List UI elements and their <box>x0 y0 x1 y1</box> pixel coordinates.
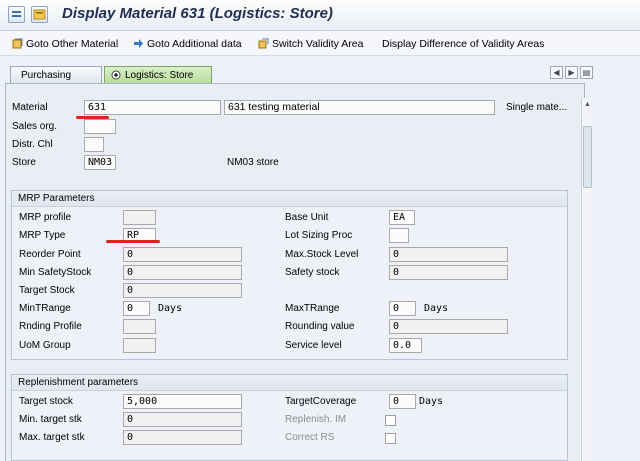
base-unit-field[interactable]: EA <box>389 210 415 225</box>
switch-validity-area-label: Switch Validity Area <box>272 37 364 50</box>
safety-stock-label: Safety stock <box>285 267 340 278</box>
lot-sizing-label: Lot Sizing Proc <box>285 230 353 241</box>
rounding-value-field[interactable]: 0 <box>389 319 508 334</box>
mrp-profile-field[interactable] <box>123 210 156 225</box>
scroll-thumb[interactable] <box>583 126 592 188</box>
replenish-im-checkbox[interactable] <box>385 415 396 426</box>
sap-menu-icon[interactable] <box>8 6 25 23</box>
safety-stock-field[interactable]: 0 <box>389 265 508 280</box>
min-target-stock-field[interactable]: 0 <box>123 412 242 427</box>
title-bar: Display Material 631 (Logistics: Store) <box>0 0 640 31</box>
material-type-text: Single mate... <box>506 102 568 113</box>
tab-list-icon[interactable]: ▤ <box>580 66 593 79</box>
other-material-icon <box>12 38 23 49</box>
replenish-im-label: Replenish. IM <box>285 414 347 425</box>
selected-tab-icon <box>111 70 121 80</box>
annotation-underline <box>106 240 160 243</box>
max-trange-unit: Days <box>424 303 449 314</box>
rnding-profile-field[interactable] <box>123 319 156 334</box>
store-label: Store <box>12 157 36 168</box>
reorder-point-field[interactable]: 0 <box>123 247 242 262</box>
replenish-target-stock-field[interactable]: 5,000 <box>123 394 242 409</box>
material-field[interactable]: 631 <box>84 100 221 115</box>
tab-logistics-label: Logistics: Store <box>125 69 194 81</box>
rounding-value-label: Rounding value <box>285 321 355 332</box>
min-safety-stock-label: Min SafetyStock <box>19 267 92 278</box>
service-level-field[interactable]: 0.0 <box>389 338 422 353</box>
min-trange-unit: Days <box>158 303 183 314</box>
goto-additional-data-label: Goto Additional data <box>147 37 242 50</box>
goto-other-material-label: Goto Other Material <box>26 37 119 50</box>
distr-chl-field[interactable] <box>84 137 104 152</box>
mrp-parameters-title: MRP Parameters <box>12 191 567 207</box>
max-trange-field[interactable]: 0 <box>389 301 416 316</box>
display-difference-button[interactable]: Display Difference of Validity Areas <box>382 36 544 51</box>
material-label: Material <box>12 102 48 113</box>
mrp-profile-label: MRP profile <box>19 212 72 223</box>
replenish-target-stock-label: Target stock <box>19 396 73 407</box>
max-stock-level-field[interactable]: 0 <box>389 247 508 262</box>
max-target-stock-field[interactable]: 0 <box>123 430 242 445</box>
min-target-stock-label: Min. target stk <box>19 414 82 425</box>
favorites-icon[interactable] <box>31 6 48 23</box>
tab-logistics-store[interactable]: Logistics: Store <box>104 66 212 83</box>
max-target-stock-label: Max. target stk <box>19 432 85 443</box>
correct-rs-checkbox[interactable] <box>385 433 396 444</box>
service-level-label: Service level <box>285 340 342 351</box>
goto-other-material-button[interactable]: Goto Other Material <box>12 36 118 51</box>
target-coverage-unit: Days <box>419 396 444 407</box>
max-stock-level-label: Max.Stock Level <box>285 249 359 260</box>
tab-scroll-left-icon[interactable]: ◀ <box>550 66 563 79</box>
min-trange-field[interactable]: 0 <box>123 301 150 316</box>
target-coverage-label: TargetCoverage <box>285 396 357 407</box>
goto-additional-data-button[interactable]: Goto Additional data <box>133 36 242 51</box>
vertical-scrollbar[interactable]: ▲ <box>581 98 592 461</box>
sales-org-field[interactable] <box>84 119 116 134</box>
sales-org-label: Sales org. <box>12 121 58 132</box>
tab-scroll-right-icon[interactable]: ▶ <box>565 66 578 79</box>
min-safety-stock-field[interactable]: 0 <box>123 265 242 280</box>
arrow-right-icon <box>133 38 144 49</box>
target-stock-field[interactable]: 0 <box>123 283 242 298</box>
window-title: Display Material 631 (Logistics: Store) <box>62 5 333 22</box>
uom-group-field[interactable] <box>123 338 156 353</box>
lot-sizing-field[interactable] <box>389 228 409 243</box>
store-field[interactable]: NM03 <box>84 155 116 170</box>
uom-group-label: UoM Group <box>19 340 71 351</box>
rnding-profile-label: Rnding Profile <box>19 321 82 332</box>
target-coverage-field[interactable]: 0 <box>389 394 416 409</box>
display-difference-label: Display Difference of Validity Areas <box>382 37 545 50</box>
material-description-field[interactable]: 631 testing material <box>224 100 495 115</box>
tab-purchasing[interactable]: Purchasing <box>10 66 102 83</box>
reorder-point-label: Reorder Point <box>19 249 81 260</box>
mrp-type-label: MRP Type <box>19 230 66 241</box>
base-unit-label: Base Unit <box>285 212 329 223</box>
correct-rs-label: Correct RS <box>285 432 335 443</box>
distr-chl-label: Distr. Chl <box>12 139 53 150</box>
switch-validity-area-button[interactable]: Switch Validity Area <box>258 36 363 51</box>
target-stock-label: Target Stock <box>19 285 75 296</box>
switch-icon <box>258 38 269 49</box>
store-description: NM03 store <box>227 157 279 168</box>
max-trange-label: MaxTRange <box>285 303 340 314</box>
scroll-up-icon[interactable]: ▲ <box>583 100 592 109</box>
replenishment-parameters-title: Replenishment parameters <box>12 375 567 391</box>
min-trange-label: MinTRange <box>19 303 71 314</box>
application-toolbar: Goto Other Material Goto Additional data… <box>0 31 640 56</box>
tab-purchasing-label: Purchasing <box>21 69 72 81</box>
